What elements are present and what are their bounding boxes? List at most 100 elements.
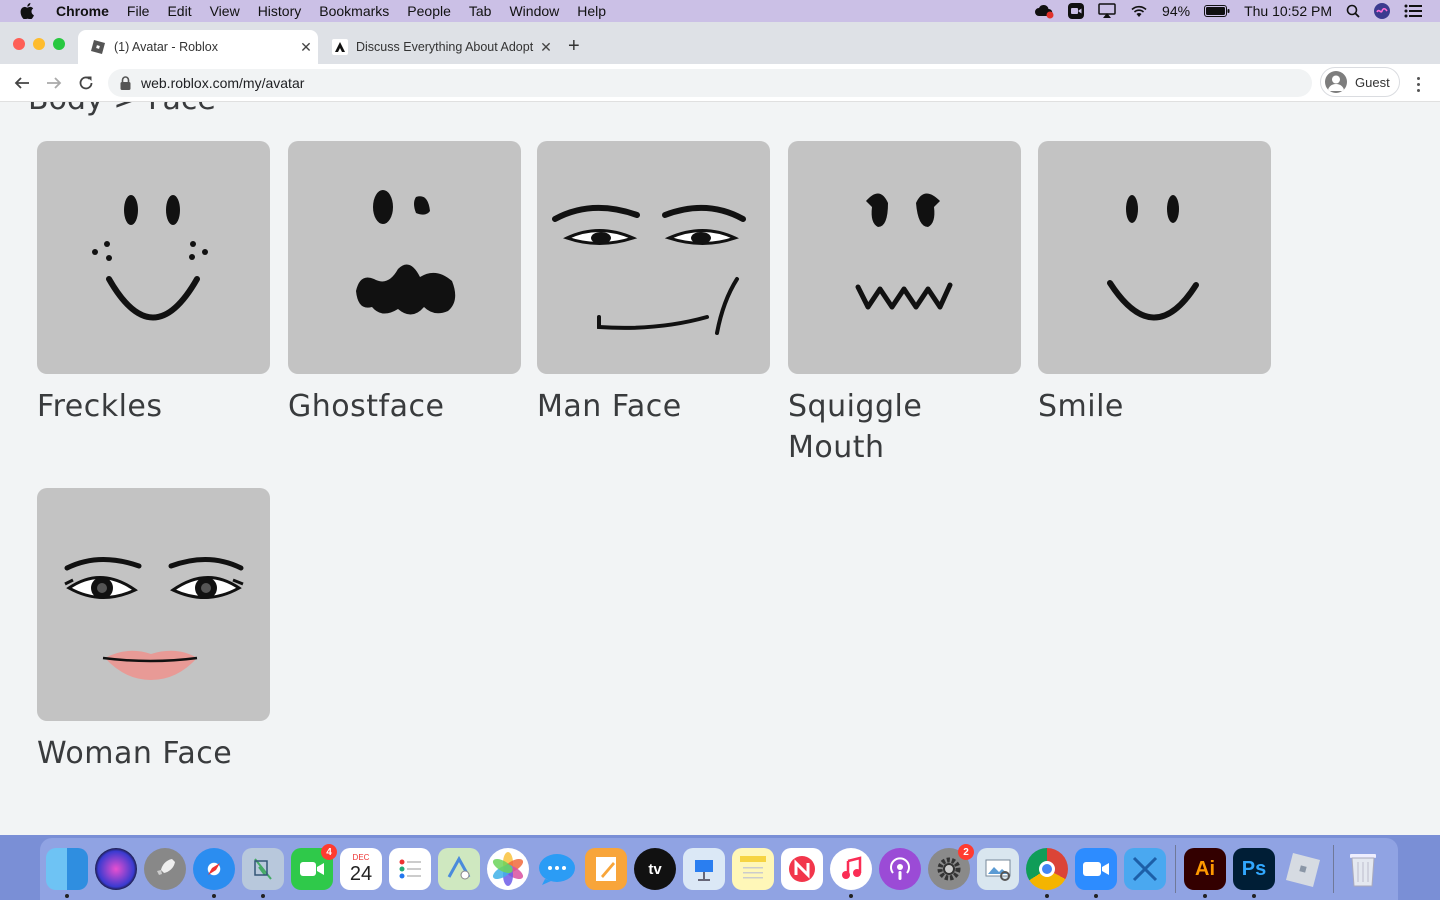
ghostface-icon[interactable] [288, 141, 521, 374]
tab-title: (1) Avatar - Roblox [114, 40, 218, 54]
chrome-icon[interactable] [1026, 848, 1068, 898]
tab-close-icon[interactable]: ✕ [534, 39, 558, 56]
browser-toolbar: web.roblox.com/my/avatar Guest [0, 64, 1440, 102]
roblox-favicon-icon [90, 39, 106, 55]
face-card-man-face[interactable]: Man Face [537, 141, 770, 427]
xcode-icon[interactable] [1124, 848, 1166, 890]
page-breadcrumb[interactable]: Body > Face [28, 102, 216, 117]
photos-icon[interactable] [487, 848, 529, 890]
battery-percent: 94% [1162, 3, 1191, 19]
siri-app-icon[interactable] [95, 848, 137, 890]
lock-icon[interactable] [120, 76, 131, 90]
menu-app-name[interactable]: Chrome [56, 3, 109, 19]
illustrator-label: Ai [1195, 857, 1215, 880]
reminders-icon[interactable] [389, 848, 431, 890]
wifi-icon[interactable] [1130, 4, 1148, 18]
apple-tv-icon[interactable]: tv [634, 848, 676, 890]
trash-icon[interactable] [1342, 848, 1384, 890]
system-preferences-badge: 2 [958, 844, 974, 860]
man-face-icon[interactable] [537, 141, 770, 374]
calendar-icon[interactable]: DEC 24 [340, 848, 382, 890]
notification-center-icon[interactable] [1404, 4, 1422, 18]
dock-separator [1175, 845, 1176, 893]
face-card-freckles[interactable]: Freckles [37, 141, 270, 427]
zoom-app-icon[interactable] [1075, 848, 1117, 898]
menu-help[interactable]: Help [577, 3, 606, 19]
launchpad-rocket-icon[interactable] [144, 848, 186, 890]
face-name[interactable]: Freckles [37, 386, 270, 427]
smile-face-icon[interactable] [1038, 141, 1271, 374]
menu-bookmarks[interactable]: Bookmarks [319, 3, 389, 19]
menu-history[interactable]: History [258, 3, 302, 19]
face-card-woman-face[interactable]: Woman Face [37, 488, 270, 774]
guest-avatar-icon [1325, 71, 1347, 93]
mail-icon[interactable] [242, 848, 284, 898]
status-area: 94% Thu 10:52 PM [1034, 0, 1422, 22]
tab-strip: (1) Avatar - Roblox ✕ Discuss Everything… [0, 22, 1440, 64]
facetime-badge: 4 [321, 844, 337, 860]
fullscreen-window-button[interactable] [53, 38, 65, 50]
avatar-page: Body > Face Freckles [0, 102, 1440, 835]
freckles-face-icon[interactable] [37, 141, 270, 374]
calendar-day: 24 [349, 863, 373, 885]
new-tab-plus-icon[interactable]: + [568, 36, 580, 56]
face-name[interactable]: Ghostface [288, 386, 521, 427]
face-card-smile[interactable]: Smile [1038, 141, 1271, 427]
chrome-window: (1) Avatar - Roblox ✕ Discuss Everything… [0, 22, 1440, 835]
address-bar[interactable]: web.roblox.com/my/avatar [108, 69, 1312, 97]
woman-face-icon[interactable] [37, 488, 270, 721]
tab-close-icon[interactable]: ✕ [294, 39, 318, 56]
roblox-app-icon[interactable] [1282, 848, 1324, 890]
menu-tab[interactable]: Tab [469, 3, 492, 19]
menu-view[interactable]: View [210, 3, 240, 19]
pages-icon[interactable] [585, 848, 627, 890]
battery-icon[interactable] [1204, 5, 1230, 17]
macos-menubar: Chrome File Edit View History Bookmarks … [0, 0, 1440, 22]
photoshop-label: Ps [1241, 857, 1267, 880]
zoom-status-icon[interactable] [1068, 3, 1085, 19]
forward-arrow-icon[interactable] [44, 73, 64, 93]
preview-icon[interactable] [977, 848, 1019, 890]
podcasts-icon[interactable] [879, 848, 921, 890]
system-preferences-gear-icon[interactable]: 2 [928, 844, 974, 890]
squiggle-mouth-face-icon[interactable] [788, 141, 1021, 374]
face-card-squiggle-mouth[interactable]: Squiggle Mouth [788, 141, 1021, 468]
face-name[interactable]: Man Face [537, 386, 770, 427]
tab-discuss-adopt[interactable]: Discuss Everything About Adopt ✕ [320, 30, 558, 64]
profile-name: Guest [1355, 74, 1390, 90]
adopt-me-favicon-icon [332, 39, 348, 55]
face-name[interactable]: Woman Face [37, 733, 270, 774]
menu-file[interactable]: File [127, 3, 150, 19]
spotlight-search-icon[interactable] [1346, 4, 1360, 18]
minimize-window-button[interactable] [33, 38, 45, 50]
siri-icon[interactable] [1374, 3, 1390, 19]
airplay-icon[interactable] [1098, 3, 1116, 19]
reload-icon[interactable] [76, 73, 96, 93]
back-arrow-icon[interactable] [12, 73, 32, 93]
creative-cloud-icon[interactable] [1034, 3, 1054, 19]
close-window-button[interactable] [13, 38, 25, 50]
menubar-clock[interactable]: Thu 10:52 PM [1244, 3, 1332, 19]
menu-people[interactable]: People [407, 3, 451, 19]
keynote-icon[interactable] [683, 848, 725, 890]
face-name[interactable]: Squiggle Mouth [788, 386, 1021, 468]
finder-icon[interactable] [46, 848, 88, 898]
apple-menu-icon[interactable] [20, 3, 38, 19]
photoshop-icon[interactable]: Ps [1233, 848, 1275, 898]
chrome-menu-kebab-icon[interactable] [1410, 74, 1426, 94]
tab-avatar-roblox[interactable]: (1) Avatar - Roblox ✕ [78, 30, 318, 64]
music-icon[interactable] [830, 848, 872, 898]
profile-button[interactable]: Guest [1320, 67, 1400, 97]
safari-compass-icon[interactable] [193, 848, 235, 898]
apple-tv-label: tv [648, 860, 662, 878]
maps-icon[interactable] [438, 848, 480, 890]
face-card-ghostface[interactable]: Ghostface [288, 141, 521, 427]
notes-icon[interactable] [732, 848, 774, 890]
menu-window[interactable]: Window [509, 3, 559, 19]
face-name[interactable]: Smile [1038, 386, 1271, 427]
news-icon[interactable] [781, 848, 823, 890]
menu-edit[interactable]: Edit [167, 3, 191, 19]
messages-icon[interactable] [536, 848, 578, 890]
facetime-icon[interactable]: 4 [291, 844, 337, 890]
illustrator-icon[interactable]: Ai [1184, 848, 1226, 898]
